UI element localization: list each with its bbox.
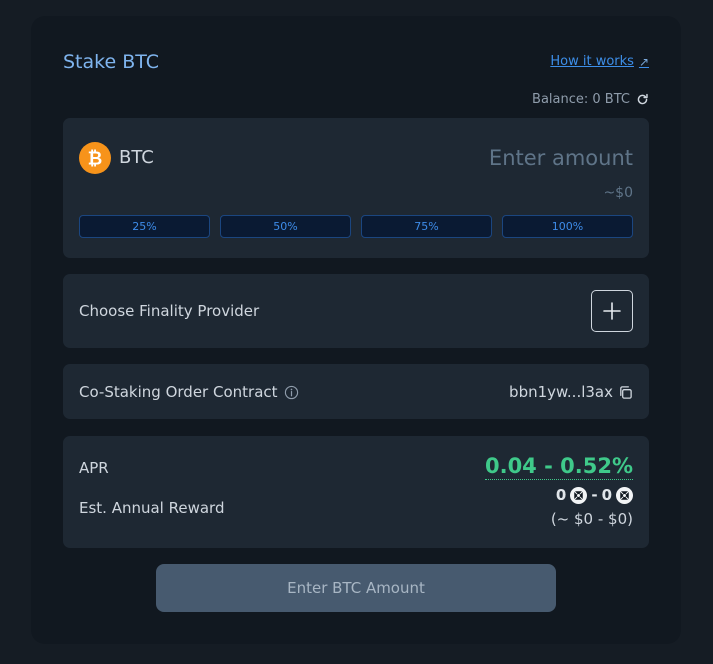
balance-text: Balance: 0 BTC xyxy=(532,92,630,107)
usd-value: ~$0 xyxy=(603,185,633,201)
external-link-icon: ↗ xyxy=(638,54,649,69)
refresh-icon[interactable] xyxy=(636,93,649,106)
annual-reward-values: 0 - 0 xyxy=(556,486,633,504)
contract-panel: Co-Staking Order Contract bbn1yw...l3ax xyxy=(63,364,649,419)
balance-display: Balance: 0 BTC xyxy=(532,92,649,107)
page-title: Stake BTC xyxy=(63,51,160,73)
info-icon[interactable] xyxy=(284,385,299,400)
copy-icon[interactable] xyxy=(618,385,633,400)
asset-label: BTC xyxy=(119,147,154,168)
percent-50-button[interactable]: 50% xyxy=(220,215,351,238)
token-icon xyxy=(570,486,588,504)
submit-button[interactable]: Enter BTC Amount xyxy=(156,564,556,612)
bitcoin-icon: ₿ xyxy=(79,142,111,174)
apr-label: APR xyxy=(79,459,109,477)
how-it-works-label[interactable]: How it works xyxy=(550,54,634,69)
amount-panel: ₿ BTC ~$0 25% 50% 75% 100% xyxy=(63,118,649,258)
token-icon xyxy=(616,486,633,504)
contract-address-group: bbn1yw...l3ax xyxy=(509,383,633,401)
add-finality-provider-button[interactable] xyxy=(591,290,633,332)
rewards-panel: APR 0.04 - 0.52% Est. Annual Reward 0 - … xyxy=(63,436,649,548)
reward-usd-value: (~ $0 - $0) xyxy=(550,510,633,528)
annual-reward-label: Est. Annual Reward xyxy=(79,499,225,517)
plus-icon xyxy=(603,302,621,320)
contract-label-group: Co-Staking Order Contract xyxy=(79,383,299,401)
amount-input[interactable] xyxy=(373,142,633,174)
contract-address: bbn1yw...l3ax xyxy=(509,383,613,401)
finality-provider-label: Choose Finality Provider xyxy=(79,302,260,320)
reward-max: 0 xyxy=(601,486,612,504)
percent-25-button[interactable]: 25% xyxy=(79,215,210,238)
svg-text:₿: ₿ xyxy=(88,149,103,170)
percent-100-button[interactable]: 100% xyxy=(502,215,633,238)
percent-75-button[interactable]: 75% xyxy=(361,215,492,238)
finality-provider-panel: Choose Finality Provider xyxy=(63,274,649,348)
how-it-works-link[interactable]: How it works ↗ xyxy=(550,54,649,69)
reward-min: 0 xyxy=(555,486,567,504)
reward-separator: - xyxy=(591,486,598,504)
apr-value: 0.04 - 0.52% xyxy=(484,454,633,480)
percent-buttons: 25% 50% 75% 100% xyxy=(79,215,633,238)
contract-label: Co-Staking Order Contract xyxy=(79,383,278,401)
